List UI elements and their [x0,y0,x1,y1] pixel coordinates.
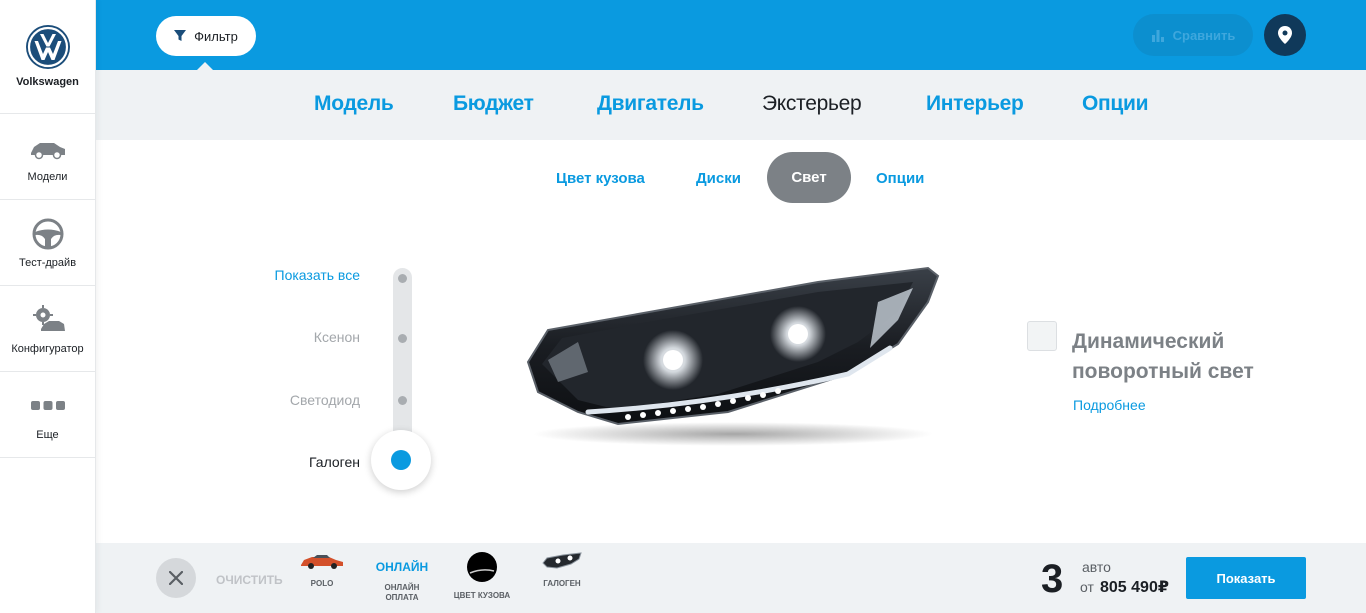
color-swatch-icon [467,552,497,582]
slider-stop-xenon[interactable] [398,334,407,343]
tab-budget[interactable]: Бюджет [453,92,534,116]
bottom-bar: ОЧИСТИТЬ POLO ОНЛАЙН ОНЛАЙН ОПЛАТА ЦВЕТ … [96,543,1366,613]
price-prefix: от [1080,579,1094,595]
sidebar-item-label: Конфигуратор [11,342,84,355]
light-option-led[interactable]: Светодиод [200,392,360,408]
slider-stop-led[interactable] [398,396,407,405]
light-slider-handle[interactable] [371,430,431,490]
chip-body-color[interactable]: ЦВЕТ КУЗОВА [450,551,514,601]
subtab-options[interactable]: Опции [876,170,924,187]
sidebar-item-label: Тест-драйв [18,256,77,269]
compare-button[interactable]: Сравнить [1133,14,1253,56]
results-count: 3 [1041,557,1064,601]
clear-label[interactable]: ОЧИСТИТЬ [216,573,283,587]
dynamic-light-checkbox[interactable] [1027,321,1057,351]
more-dots-icon [30,400,65,410]
price-value: 805 490₽ [1100,579,1169,596]
tab-exterior[interactable]: Экстерьер [762,92,862,116]
filter-icon [174,30,187,41]
more-info-link[interactable]: Подробнее [1073,397,1146,413]
chip-label: ГАЛОГЕН [543,579,581,588]
location-button[interactable] [1264,14,1306,56]
subtab-light[interactable]: Свет [767,152,851,203]
feature-title: Динамический поворотный свет [1072,330,1254,383]
subtab-body-color[interactable]: Цвет кузова [556,170,645,187]
brand-name: Volkswagen [16,76,79,88]
car-thumbnail-icon [301,555,343,569]
headlight-image [526,266,940,446]
chip-model[interactable]: POLO [296,551,348,589]
tab-interior[interactable]: Интерьер [926,92,1024,116]
show-all-link[interactable]: Показать все [200,267,360,283]
tab-model[interactable]: Модель [314,92,394,116]
main-tabs: Модель Бюджет Двигатель Экстерьер Интерь… [96,70,1366,140]
slider-stop-show-all[interactable] [398,274,407,283]
sidebar-item-label: Модели [27,170,68,183]
sidebar-item-label: Еще [36,428,59,441]
filter-button[interactable]: Фильтр [156,16,256,56]
subtab-wheels[interactable]: Диски [696,170,741,187]
tab-options[interactable]: Опции [1082,92,1149,116]
car-icon [30,142,65,159]
close-icon [169,571,183,585]
sidebar: Volkswagen Модели Тест-драйв Конфигурато… [0,0,96,613]
top-bar: Фильтр Сравнить [96,0,1366,71]
bar-chart-icon [1151,30,1164,42]
show-button[interactable]: Показать [1186,557,1306,599]
sidebar-item-test-drive[interactable]: Тест-драйв [0,200,95,286]
chip-label: ЦВЕТ КУЗОВА [453,591,511,600]
chip-halogen[interactable]: ГАЛОГЕН [536,551,588,589]
filter-label: Фильтр [194,28,238,44]
light-option-xenon[interactable]: Ксенон [200,329,360,345]
compare-label: Сравнить [1172,27,1236,43]
location-pin-icon [1278,26,1292,44]
results-unit: авто [1082,559,1111,575]
slider-handle-dot [391,450,411,470]
chip-label: ОНЛАЙН ОПЛАТА [384,583,420,602]
sidebar-item-configurator[interactable]: Конфигуратор [0,286,95,372]
volkswagen-logo-icon [25,25,70,69]
chip-online-payment[interactable]: ОНЛАЙН ОНЛАЙН ОПЛАТА [368,557,436,603]
light-option-halogen[interactable]: Галоген [200,454,360,470]
tab-engine[interactable]: Двигатель [597,92,704,116]
sidebar-item-models[interactable]: Модели [0,114,95,200]
headlight-thumbnail-icon [542,552,582,569]
sidebar-item-more[interactable]: Еще [0,372,95,458]
online-text: ОНЛАЙН [375,560,429,574]
chip-label: POLO [310,579,334,588]
configurator-icon [32,304,65,331]
clear-button[interactable] [156,558,196,598]
steering-wheel-icon [32,218,63,249]
brand-logo[interactable]: Volkswagen [0,0,95,114]
